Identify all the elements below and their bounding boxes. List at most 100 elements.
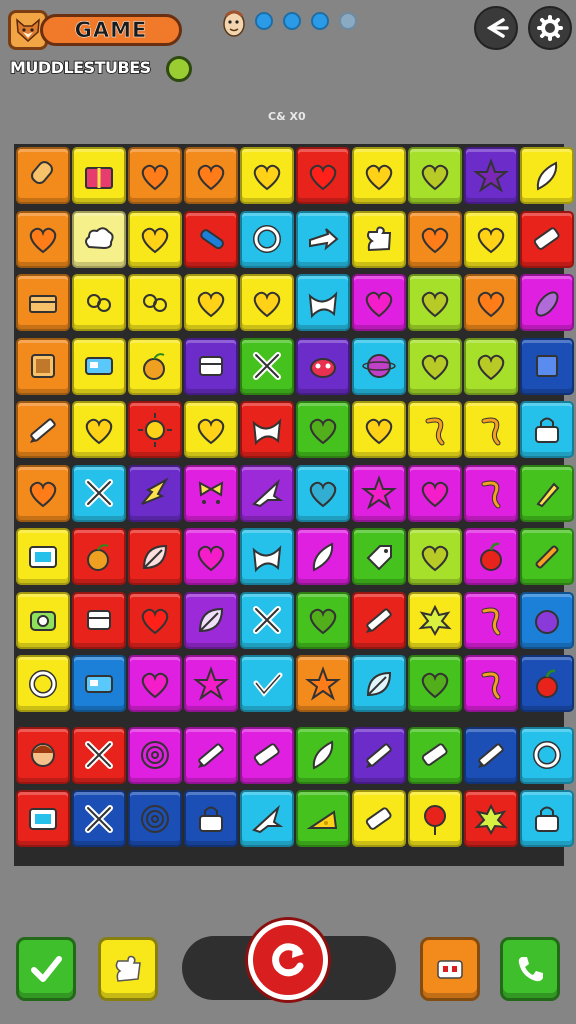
board-tile[interactable] — [16, 210, 70, 268]
board-tile[interactable] — [184, 147, 238, 204]
board-tile[interactable] — [184, 726, 238, 784]
board-tile[interactable] — [72, 401, 126, 458]
board-tile[interactable] — [520, 790, 574, 847]
board-tile[interactable] — [520, 210, 574, 268]
board-tile[interactable] — [72, 274, 126, 331]
board-tile[interactable] — [72, 528, 126, 585]
board-tile[interactable] — [240, 274, 294, 331]
board-tile[interactable] — [352, 528, 406, 585]
board-tile[interactable] — [296, 591, 350, 649]
board-tile[interactable] — [240, 655, 294, 712]
board-tile[interactable] — [520, 401, 574, 458]
board-tile[interactable] — [464, 655, 518, 712]
board-tile[interactable] — [408, 464, 462, 522]
board-tile[interactable] — [128, 464, 182, 522]
board-tile[interactable] — [16, 655, 70, 712]
board-tile[interactable] — [184, 591, 238, 649]
board-tile[interactable] — [128, 655, 182, 712]
board-tile[interactable] — [16, 528, 70, 585]
board-tile[interactable] — [184, 655, 238, 712]
board-tile[interactable] — [520, 147, 574, 204]
board-tile[interactable] — [296, 337, 350, 395]
board-tile[interactable] — [184, 337, 238, 395]
board-tile[interactable] — [128, 337, 182, 395]
board-tile[interactable] — [128, 274, 182, 331]
board-tile[interactable] — [464, 790, 518, 847]
board-tile[interactable] — [464, 274, 518, 331]
board-tile[interactable] — [352, 274, 406, 331]
board-tile[interactable] — [240, 790, 294, 847]
board-tile[interactable] — [408, 790, 462, 847]
board-tile[interactable] — [408, 274, 462, 331]
board-tile[interactable] — [184, 528, 238, 585]
board-tile[interactable] — [240, 210, 294, 268]
board-tile[interactable] — [408, 337, 462, 395]
board-tile[interactable] — [464, 147, 518, 204]
board-tile[interactable] — [16, 726, 70, 784]
board-tile[interactable] — [184, 274, 238, 331]
board-tile[interactable] — [72, 210, 126, 268]
board-tile[interactable] — [72, 147, 126, 204]
board-tile[interactable] — [352, 726, 406, 784]
board-tile[interactable] — [352, 337, 406, 395]
call-button[interactable] — [500, 937, 560, 1001]
board-tile[interactable] — [352, 591, 406, 649]
board-tile[interactable] — [408, 147, 462, 204]
board-tile[interactable] — [352, 147, 406, 204]
board-tile[interactable] — [520, 591, 574, 649]
board-tile[interactable] — [240, 528, 294, 585]
board-tile[interactable] — [72, 726, 126, 784]
board-tile[interactable] — [184, 210, 238, 268]
board-tile[interactable] — [296, 655, 350, 712]
board-tile[interactable] — [72, 790, 126, 847]
board-tile[interactable] — [184, 401, 238, 458]
board-tile[interactable] — [240, 591, 294, 649]
board-tile[interactable] — [408, 528, 462, 585]
board-tile[interactable] — [240, 464, 294, 522]
restart-button[interactable] — [248, 920, 328, 1000]
board-tile[interactable] — [296, 464, 350, 522]
board-tile[interactable] — [408, 591, 462, 649]
board-tile[interactable] — [72, 591, 126, 649]
board-tile[interactable] — [464, 591, 518, 649]
board-tile[interactable] — [240, 147, 294, 204]
video-button[interactable] — [420, 937, 480, 1001]
board-tile[interactable] — [464, 528, 518, 585]
board-tile[interactable] — [184, 464, 238, 522]
board-tile[interactable] — [128, 790, 182, 847]
board-tile[interactable] — [520, 274, 574, 331]
board-tile[interactable] — [352, 464, 406, 522]
board-tile[interactable] — [240, 401, 294, 458]
settings-button[interactable] — [528, 6, 572, 50]
board-tile[interactable] — [296, 210, 350, 268]
board-tile[interactable] — [128, 726, 182, 784]
board-tile[interactable] — [296, 528, 350, 585]
board-tile[interactable] — [520, 726, 574, 784]
board-tile[interactable] — [240, 726, 294, 784]
board-tile[interactable] — [464, 337, 518, 395]
hint-button[interactable] — [98, 937, 158, 1001]
board-tile[interactable] — [72, 655, 126, 712]
board-tile[interactable] — [128, 210, 182, 268]
board-tile[interactable] — [296, 790, 350, 847]
board-tile[interactable] — [464, 210, 518, 268]
board-tile[interactable] — [16, 401, 70, 458]
board-tile[interactable] — [296, 274, 350, 331]
board-tile[interactable] — [240, 337, 294, 395]
board-tile[interactable] — [72, 464, 126, 522]
board-tile[interactable] — [16, 464, 70, 522]
board-tile[interactable] — [352, 401, 406, 458]
board-tile[interactable] — [520, 464, 574, 522]
board-tile[interactable] — [296, 401, 350, 458]
board-tile[interactable] — [16, 790, 70, 847]
board-tile[interactable] — [408, 210, 462, 268]
board-tile[interactable] — [352, 790, 406, 847]
board-tile[interactable] — [184, 790, 238, 847]
board-tile[interactable] — [408, 401, 462, 458]
board-tile[interactable] — [520, 528, 574, 585]
board-tile[interactable] — [128, 401, 182, 458]
board-tile[interactable] — [464, 464, 518, 522]
board-tile[interactable] — [520, 337, 574, 395]
board-tile[interactable] — [464, 726, 518, 784]
back-button[interactable] — [474, 6, 518, 50]
